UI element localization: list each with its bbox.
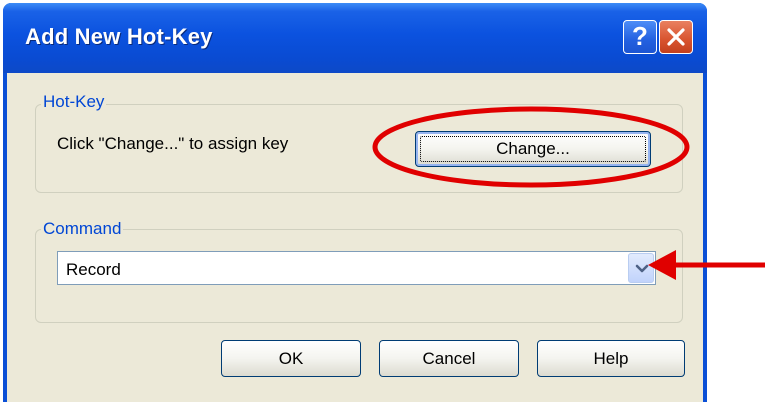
highlight-circle — [372, 106, 690, 188]
arrow-head-icon — [648, 250, 676, 280]
annotation-overlay — [372, 106, 765, 280]
